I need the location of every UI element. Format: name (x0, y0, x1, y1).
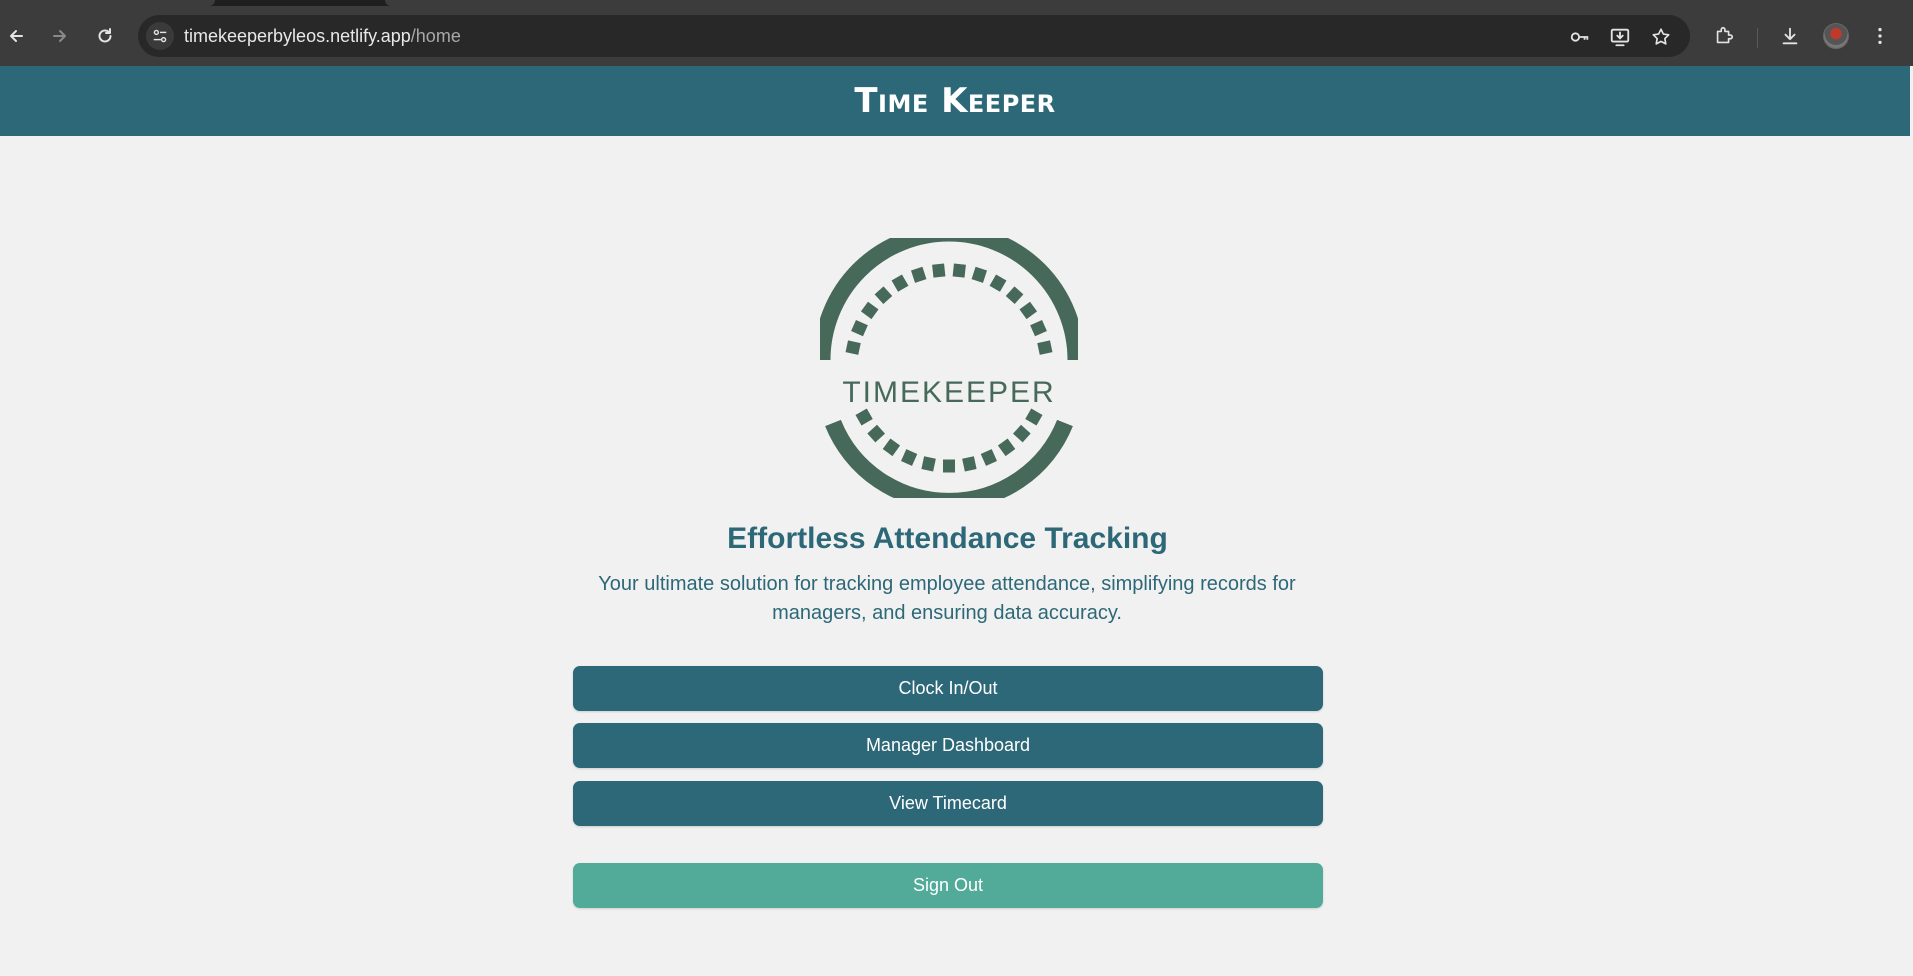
clock-tick (845, 340, 861, 355)
clock-tick (901, 449, 918, 466)
url-path: /home (410, 26, 461, 46)
app-header: Time Keeper (0, 66, 1910, 136)
clock-tick (1037, 340, 1053, 355)
clock-tick (1012, 424, 1031, 443)
clock-tick (971, 266, 987, 283)
clock-ticks-bottom (855, 408, 1043, 473)
clock-tick (1019, 301, 1038, 320)
clock-in-out-button[interactable]: Clock In/Out (573, 666, 1323, 711)
download-icon[interactable] (1776, 22, 1804, 50)
profile-avatar[interactable] (1823, 23, 1849, 49)
url-host: timekeeperbyleos.netlify.app (184, 26, 411, 46)
clock-tick (874, 286, 893, 305)
clock-tick (1025, 408, 1043, 426)
clock-tick (851, 320, 868, 337)
manager-dashboard-button[interactable]: Manager Dashboard (573, 723, 1323, 768)
address-bar[interactable]: timekeeperbyleos.netlify.app/home (138, 15, 1690, 57)
page-description: Your ultimate solution for tracking empl… (598, 573, 1296, 624)
view-timecard-button[interactable]: View Timecard (573, 781, 1323, 826)
page-headline: Effortless Attendance Tracking (727, 522, 1168, 555)
forward-arrow-icon[interactable] (46, 22, 74, 50)
timekeeper-logo: TIMEKEEPER (813, 224, 1085, 510)
clock-tick (989, 274, 1007, 292)
clock-tick (891, 274, 909, 292)
back-arrow-icon[interactable] (2, 22, 30, 50)
puzzle-icon[interactable] (1710, 22, 1738, 50)
key-icon[interactable] (1568, 25, 1592, 49)
logo-text: TIMEKEEPER (842, 376, 1055, 409)
clock-tick (962, 456, 977, 472)
clock-tick (855, 408, 873, 426)
tune-icon[interactable] (146, 22, 174, 50)
clock-tick (943, 459, 955, 473)
clock-tick (860, 301, 879, 320)
clock-tick (911, 266, 927, 283)
install-app-icon[interactable] (1608, 25, 1632, 49)
app-title: Time Keeper (854, 81, 1056, 121)
kebab-menu-icon[interactable] (1866, 22, 1894, 50)
reload-icon[interactable] (91, 22, 119, 50)
clock-tick (921, 456, 936, 472)
clock-tick (932, 263, 946, 278)
browser-toolbar: timekeeperbyleos.netlify.app/home (0, 6, 1913, 66)
clock-tick (980, 449, 997, 466)
clock-tick (867, 424, 886, 443)
clock-tick (952, 263, 966, 278)
clock-tick (1005, 286, 1024, 305)
clock-logo-icon: TIMEKEEPER (813, 224, 1085, 510)
clock-tick (882, 438, 901, 457)
clock-tick (1030, 320, 1047, 337)
clock-ticks-top (845, 263, 1053, 355)
clock-tick (997, 438, 1016, 457)
star-icon[interactable] (1649, 25, 1673, 49)
sign-out-button[interactable]: Sign Out (573, 863, 1323, 908)
url-text[interactable]: timekeeperbyleos.netlify.app/home (184, 26, 461, 47)
toolbar-divider (1757, 28, 1758, 48)
